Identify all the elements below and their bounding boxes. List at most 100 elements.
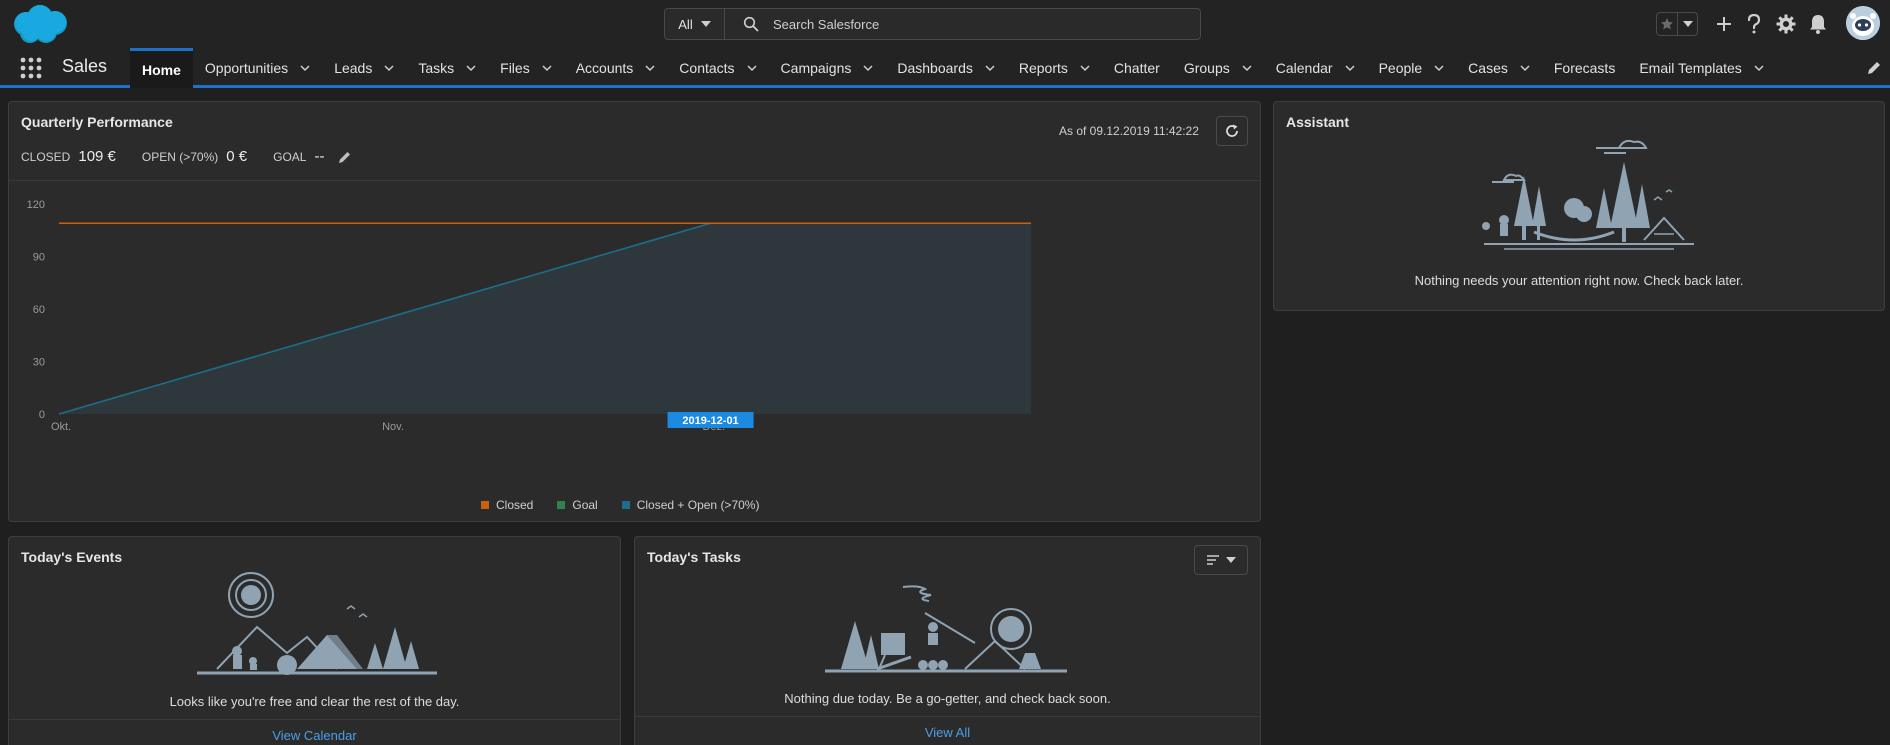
astro-avatar-icon	[1846, 6, 1880, 40]
legend-label: Closed	[496, 498, 534, 512]
view-calendar-link[interactable]: View Calendar	[9, 728, 620, 743]
favorites-menu-button[interactable]	[1677, 13, 1697, 35]
nav-tab-label: Reports	[1018, 60, 1068, 76]
chevron-down-icon[interactable]	[1520, 63, 1530, 73]
nav-tab-people[interactable]: People	[1367, 48, 1457, 88]
nav-tab-dashboards[interactable]: Dashboards	[885, 48, 1007, 88]
as-of-timestamp: As of 09.12.2019 11:42:22	[1059, 124, 1199, 138]
search-input[interactable]	[773, 16, 1173, 32]
nav-tab-email-templates[interactable]: Email Templates	[1627, 48, 1775, 88]
nav-tab-home[interactable]: Home	[130, 48, 193, 88]
legend-swatch	[557, 501, 566, 509]
chevron-down-icon[interactable]	[466, 63, 476, 73]
chevron-down-icon[interactable]	[863, 63, 873, 73]
nav-tab-files[interactable]: Files	[488, 48, 564, 88]
global-actions-button[interactable]	[1712, 12, 1736, 36]
favorites-button[interactable]	[1657, 13, 1677, 35]
legend-swatch	[621, 501, 630, 509]
chevron-down-icon[interactable]	[1754, 63, 1764, 73]
todays-tasks-card: Today's Tasks Nothing due today. Be a go…	[634, 536, 1261, 745]
closed-label: CLOSED	[21, 150, 71, 164]
nav-tab-accounts[interactable]: Accounts	[564, 48, 668, 88]
gear-icon	[1776, 14, 1796, 34]
search-icon	[743, 16, 759, 32]
nav-tab-label: Dashboards	[897, 60, 973, 76]
legend-item-goal[interactable]: Goal	[557, 498, 598, 512]
chevron-down-icon[interactable]	[747, 63, 757, 73]
area-closed-open	[59, 223, 1031, 414]
chevron-down-icon[interactable]	[384, 63, 394, 73]
legend-item-closed-open[interactable]: Closed + Open (>70%)	[621, 498, 760, 512]
chevron-down-icon[interactable]	[1434, 63, 1444, 73]
app-navigation: Sales Home Opportunities Leads Tasks Fil…	[0, 48, 1890, 88]
performance-stats: CLOSED 109 € OPEN (>70%) 0 € GOAL --	[21, 148, 352, 165]
y-tick-label: 60	[33, 304, 45, 316]
nav-tab-label: Leads	[334, 60, 373, 76]
events-empty-message: Looks like you're free and clear the res…	[169, 694, 460, 709]
goal-label: GOAL	[273, 150, 307, 164]
legend-item-closed[interactable]: Closed	[481, 498, 533, 512]
user-avatar[interactable]	[1846, 6, 1880, 40]
closed-value: 109 €	[78, 148, 116, 165]
chevron-down-icon[interactable]	[985, 63, 995, 73]
y-tick-label: 0	[39, 409, 45, 421]
nav-tab-campaigns[interactable]: Campaigns	[769, 48, 886, 88]
task-sort-button[interactable]	[1194, 545, 1248, 575]
assistant-card: Assistant Nothing needs your attention r…	[1273, 101, 1885, 311]
global-header: All	[0, 0, 1890, 48]
open-label: OPEN (>70%)	[141, 150, 219, 164]
edit-nav-pencil-icon[interactable]	[1866, 60, 1882, 76]
nav-tab-label: Files	[500, 60, 530, 76]
nav-tab-forecasts[interactable]: Forecasts	[1542, 48, 1627, 88]
chevron-down-icon	[1226, 557, 1236, 563]
camping-illustration-icon	[197, 572, 437, 675]
legend-label: Closed + Open (>70%)	[636, 498, 760, 512]
chevron-down-icon[interactable]	[1080, 63, 1090, 73]
view-all-tasks-link[interactable]: View All	[635, 725, 1260, 740]
tasks-empty-message: Nothing due today. Be a go-getter, and c…	[784, 691, 1111, 706]
nav-tab-label: Email Templates	[1639, 60, 1742, 76]
chevron-down-icon[interactable]	[1242, 63, 1252, 73]
nav-tab-chatter[interactable]: Chatter	[1102, 48, 1172, 88]
nav-tab-tasks[interactable]: Tasks	[406, 48, 488, 88]
card-footer-divider	[635, 716, 1260, 717]
chart-legend: Closed Goal Closed + Open (>70%)	[481, 498, 759, 512]
nav-tab-label: Accounts	[575, 60, 634, 76]
help-button[interactable]	[1742, 12, 1766, 36]
forest-landscape-illustration-icon	[1482, 139, 1694, 250]
nav-tab-label: Opportunities	[204, 60, 289, 76]
refresh-button[interactable]	[1216, 116, 1248, 146]
nav-tab-calendar[interactable]: Calendar	[1264, 48, 1367, 88]
y-tick-label: 30	[33, 357, 45, 369]
nav-tab-cases[interactable]: Cases	[1456, 48, 1542, 88]
open-value: 0 €	[226, 148, 248, 165]
card-title: Today's Events	[21, 549, 123, 565]
nav-tab-label: Home	[142, 61, 181, 78]
chevron-down-icon[interactable]	[1345, 63, 1355, 73]
star-icon	[1661, 18, 1673, 30]
chevron-down-icon[interactable]	[300, 63, 310, 73]
nav-tab-label: Cases	[1468, 60, 1508, 76]
nav-tab-label: Tasks	[418, 60, 455, 76]
chevron-down-icon[interactable]	[542, 63, 552, 73]
nav-tab-contacts[interactable]: Contacts	[667, 48, 768, 88]
chevron-down-icon[interactable]	[645, 63, 655, 73]
x-tick-label: Nov.	[382, 421, 404, 433]
nav-tab-reports[interactable]: Reports	[1007, 48, 1102, 88]
nav-tab-opportunities[interactable]: Opportunities	[193, 48, 322, 88]
app-name: Sales	[62, 56, 108, 76]
search-scope-select[interactable]: All	[665, 9, 725, 39]
sort-icon	[1207, 555, 1219, 565]
global-search: All	[664, 8, 1201, 40]
todays-events-card: Today's Events Looks like you're free an…	[8, 536, 621, 745]
app-launcher-icon[interactable]	[20, 57, 42, 79]
performance-chart: 1209060300Okt.Nov.Dez.2019-12-01	[27, 199, 1031, 433]
salesforce-logo[interactable]	[10, 4, 70, 46]
pencil-icon[interactable]	[338, 150, 352, 164]
nav-tab-groups[interactable]: Groups	[1172, 48, 1264, 88]
assistant-message: Nothing needs your attention right now. …	[1414, 273, 1744, 288]
nav-tab-leads[interactable]: Leads	[322, 48, 406, 88]
card-title: Today's Tasks	[647, 549, 741, 565]
notifications-button[interactable]	[1806, 12, 1830, 36]
setup-button[interactable]	[1774, 12, 1798, 36]
